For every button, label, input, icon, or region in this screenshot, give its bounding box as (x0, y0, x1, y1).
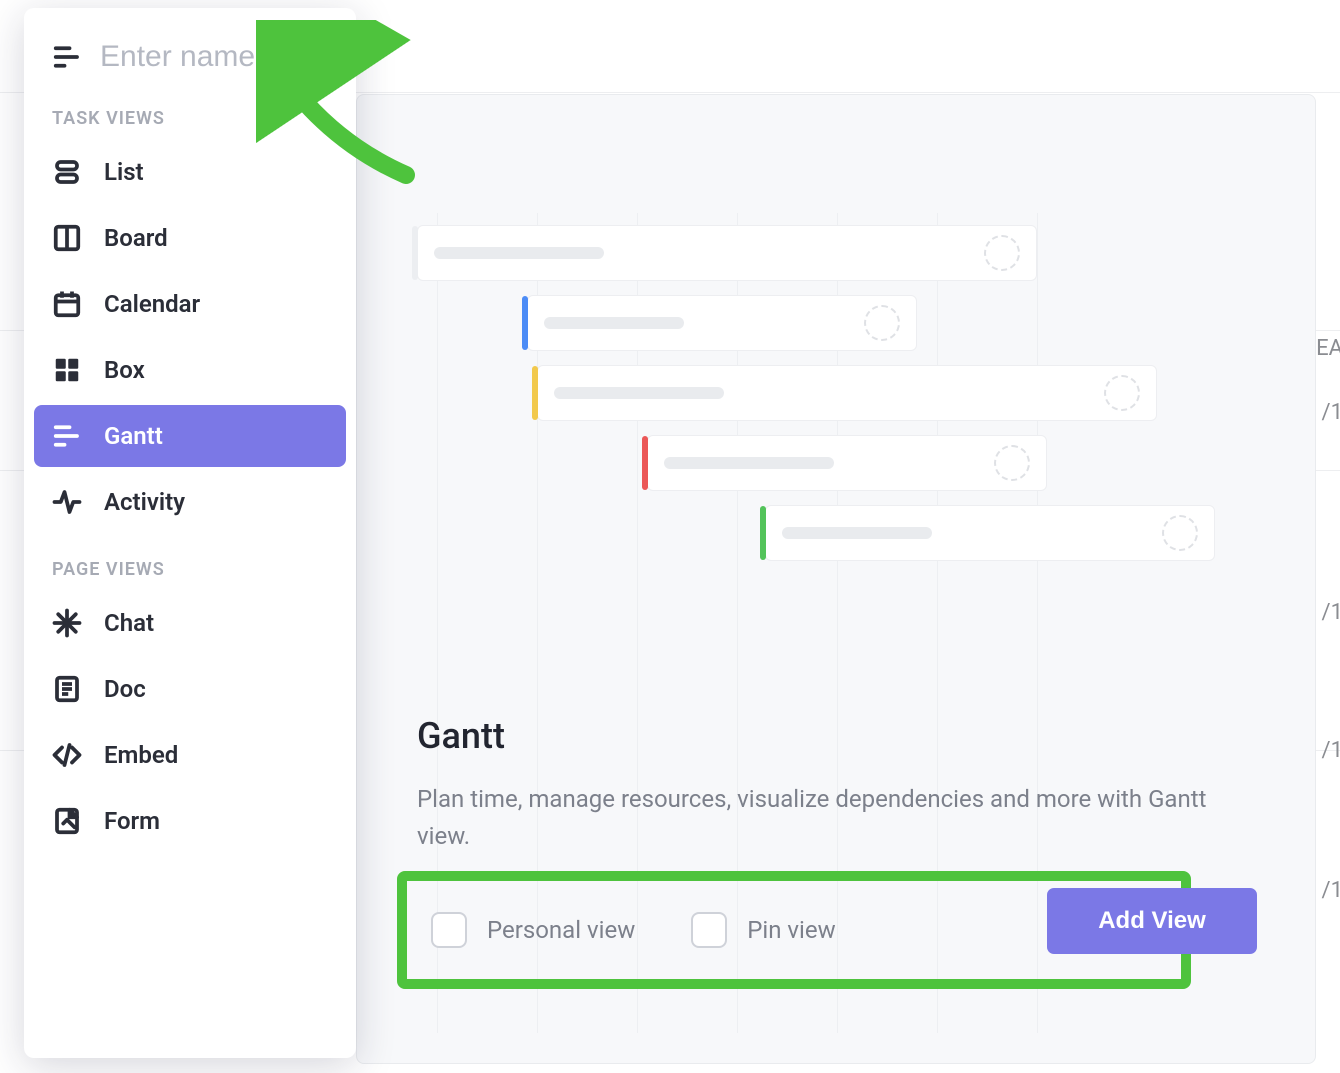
menu-item-form[interactable]: Form (34, 790, 346, 852)
menu-item-label: Box (104, 356, 145, 384)
board-icon (52, 223, 82, 253)
view-detail-panel: Gantt Plan time, manage resources, visua… (356, 94, 1316, 1064)
gantt-icon (52, 421, 82, 451)
view-picker-panel: TASK VIEWS List Board Calendar Box (24, 8, 356, 1058)
box-icon (52, 355, 82, 385)
view-name-input[interactable] (100, 40, 320, 74)
page-views-header: PAGE VIEWS (24, 541, 356, 592)
menu-item-label: Doc (104, 675, 146, 703)
checkbox-label: Personal view (487, 916, 635, 944)
menu-item-label: Gantt (104, 422, 163, 450)
add-view-button[interactable]: Add View (1047, 888, 1257, 954)
task-views-menu: List Board Calendar Box Gantt (24, 141, 356, 541)
list-icon (52, 157, 82, 187)
menu-item-label: Form (104, 807, 160, 835)
gantt-icon (52, 42, 82, 72)
checkbox-label: Pin view (747, 916, 835, 944)
bg-text: /1 (1322, 600, 1340, 625)
detail-description: Plan time, manage resources, visualize d… (417, 781, 1255, 855)
menu-item-activity[interactable]: Activity (34, 471, 346, 533)
bg-text: /1 (1322, 878, 1340, 903)
menu-item-label: List (104, 158, 144, 186)
menu-item-doc[interactable]: Doc (34, 658, 346, 720)
menu-item-label: Embed (104, 741, 178, 769)
menu-item-embed[interactable]: Embed (34, 724, 346, 786)
pin-view-checkbox[interactable]: Pin view (691, 912, 835, 948)
task-views-header: TASK VIEWS (24, 108, 356, 141)
menu-item-gantt[interactable]: Gantt (34, 405, 346, 467)
gantt-preview (417, 225, 1255, 645)
bg-text: /1 (1322, 738, 1340, 763)
menu-item-label: Calendar (104, 290, 200, 318)
menu-item-list[interactable]: List (34, 141, 346, 203)
calendar-icon (52, 289, 82, 319)
menu-item-chat[interactable]: Chat (34, 592, 346, 654)
embed-icon (52, 740, 82, 770)
menu-item-board[interactable]: Board (34, 207, 346, 269)
checkbox-icon (431, 912, 467, 948)
activity-icon (52, 487, 82, 517)
form-icon (52, 806, 82, 836)
menu-item-box[interactable]: Box (34, 339, 346, 401)
chat-icon (52, 608, 82, 638)
checkbox-icon (691, 912, 727, 948)
detail-title: Gantt (417, 715, 1255, 757)
menu-item-calendar[interactable]: Calendar (34, 273, 346, 335)
menu-item-label: Activity (104, 488, 185, 516)
bg-text: /1 (1322, 400, 1340, 425)
personal-view-checkbox[interactable]: Personal view (431, 912, 635, 948)
page-views-menu: Chat Doc Embed Form (24, 592, 356, 860)
menu-item-label: Chat (104, 609, 154, 637)
doc-icon (52, 674, 82, 704)
bg-text: EA (1316, 336, 1340, 361)
menu-item-label: Board (104, 224, 168, 252)
